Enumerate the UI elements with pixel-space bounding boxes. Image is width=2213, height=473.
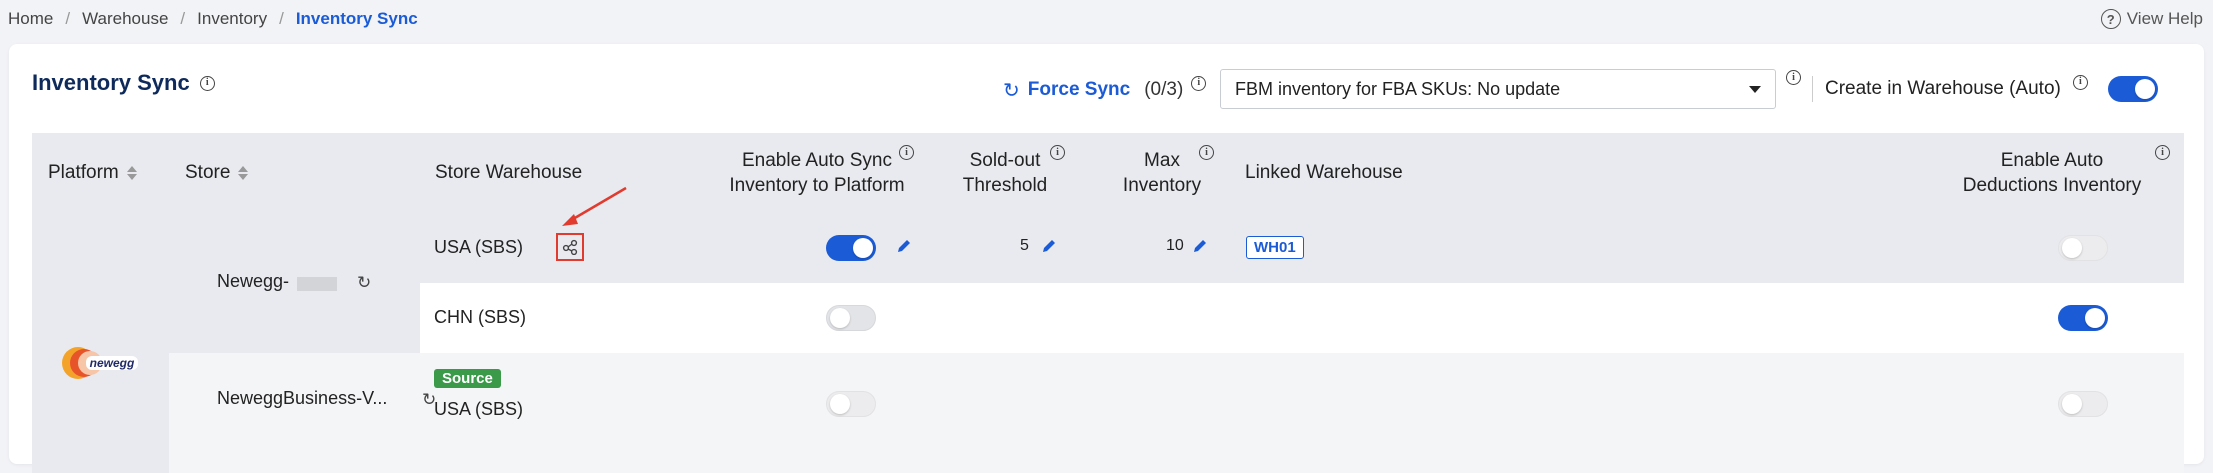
edit-pencil-icon[interactable] (1191, 237, 1209, 255)
column-header-linked-warehouse: Linked Warehouse (1245, 133, 1403, 213)
refresh-icon[interactable]: ↻ (357, 273, 371, 293)
edit-pencil-icon[interactable] (895, 237, 913, 255)
force-sync-group: ↻ Force Sync (0/3) i (1003, 68, 1207, 112)
create-in-warehouse-toggle[interactable] (2107, 76, 2158, 102)
breadcrumb-home[interactable]: Home (8, 9, 53, 29)
force-sync-count: (0/3) (1144, 79, 1184, 100)
table-row: CHN (SBS) (420, 283, 2184, 353)
breadcrumb-separator: / (65, 9, 71, 28)
chevron-down-icon (1749, 85, 1761, 93)
breadcrumb: Home / Warehouse / Inventory / Inventory… (8, 6, 418, 32)
column-label: Max (1144, 150, 1180, 171)
column-label: Inventory to Platform (729, 175, 905, 196)
column-header-platform[interactable]: Platform (48, 133, 137, 213)
annotation-arrow (562, 186, 627, 226)
view-help-label: View Help (2126, 9, 2203, 28)
inventory-sync-card: Inventory Sync i ↻ Force Sync (0/3) i FB… (9, 44, 2204, 473)
info-icon[interactable]: i (1191, 75, 1207, 91)
column-label: Store (185, 162, 231, 183)
breadcrumb-warehouse[interactable]: Warehouse (82, 9, 168, 29)
sold-out-value: 5 (1020, 237, 1029, 254)
source-badge: Source (434, 369, 501, 388)
create-in-warehouse-label: Create in Warehouse (Auto) (1825, 78, 2061, 99)
info-icon[interactable]: i (1786, 70, 1801, 85)
breadcrumb-inventory[interactable]: Inventory (197, 9, 267, 29)
breadcrumb-separator: / (180, 9, 186, 28)
auto-sync-toggle[interactable] (826, 305, 876, 331)
breadcrumb-separator: / (279, 9, 284, 28)
breadcrumb-current: Inventory Sync (295, 9, 418, 28)
column-label: Enable Auto (2000, 150, 2104, 171)
share-icon[interactable] (556, 233, 584, 261)
store-warehouse-name: CHN (SBS) (434, 307, 527, 327)
column-label: Platform (48, 162, 119, 183)
column-header-max-inventory: Max Inventory (1092, 133, 1232, 213)
platform-cell: newegg (32, 213, 169, 473)
fbm-inventory-select-value: FBM inventory for FBA SKUs: No update (1235, 78, 1561, 99)
auto-sync-toggle (826, 391, 876, 417)
linked-warehouse-badge[interactable]: WH01 (1246, 236, 1304, 259)
column-header-sold-out: Sold-out Threshold (945, 133, 1065, 213)
column-label: Enable Auto Sync (742, 150, 892, 171)
deductions-toggle[interactable] (2058, 305, 2108, 331)
column-label: Deductions Inventory (1962, 175, 2142, 196)
edit-pencil-icon[interactable] (1040, 237, 1058, 255)
info-icon[interactable]: i (199, 75, 215, 91)
sort-icon[interactable] (238, 166, 249, 180)
table-header: Platform Store Store Warehouse Enable Au… (32, 133, 2184, 213)
column-label: Threshold (962, 175, 1048, 196)
page-title-text: Inventory Sync (32, 70, 190, 95)
divider (1812, 76, 1813, 102)
sync-icon: ↻ (1003, 79, 1020, 102)
deductions-toggle (2058, 235, 2108, 261)
info-icon[interactable]: i (899, 145, 914, 160)
store-name: Newegg- (217, 271, 290, 291)
create-in-warehouse-group: Create in Warehouse (Auto) i (1825, 69, 2158, 109)
table-row: USA (SBS) 5 10 WH01 (420, 213, 2184, 283)
view-help-link[interactable]: ? View Help (2100, 6, 2203, 32)
column-header-store[interactable]: Store (185, 133, 249, 213)
info-icon[interactable]: i (2072, 74, 2088, 90)
store-name: NeweggBusiness-V... (217, 388, 388, 408)
column-label: Inventory (1122, 175, 1202, 196)
newegg-logo: newegg (60, 343, 142, 383)
store-warehouse-name: USA (SBS) (434, 237, 524, 257)
force-sync-button[interactable]: Force Sync (1028, 79, 1130, 101)
max-inventory-value: 10 (1166, 237, 1184, 254)
info-icon[interactable]: i (1050, 145, 1065, 160)
info-icon[interactable]: i (1199, 145, 1214, 160)
sort-icon[interactable] (126, 166, 137, 180)
question-circle-icon: ? (2100, 9, 2121, 29)
column-label: Sold-out (969, 150, 1041, 171)
auto-sync-toggle[interactable] (826, 235, 876, 261)
newegg-logo-text: newegg (90, 356, 135, 370)
page-title: Inventory Sync i (32, 70, 215, 96)
store-warehouse-name: USA (SBS) (434, 399, 524, 419)
info-icon[interactable]: i (2155, 145, 2170, 160)
column-label: Linked Warehouse (1245, 162, 1403, 183)
fbm-inventory-select[interactable]: FBM inventory for FBA SKUs: No update (1220, 69, 1776, 109)
redacted-block (297, 277, 337, 291)
table-row: NeweggBusiness-V... ↻ Source USA (SBS) (169, 353, 2184, 473)
deductions-toggle (2058, 391, 2108, 417)
store-cell-newegg: Newegg- ↻ (169, 213, 420, 353)
column-header-deductions: Enable Auto Deductions Inventory (1932, 133, 2172, 213)
column-label: Store Warehouse (435, 162, 583, 183)
